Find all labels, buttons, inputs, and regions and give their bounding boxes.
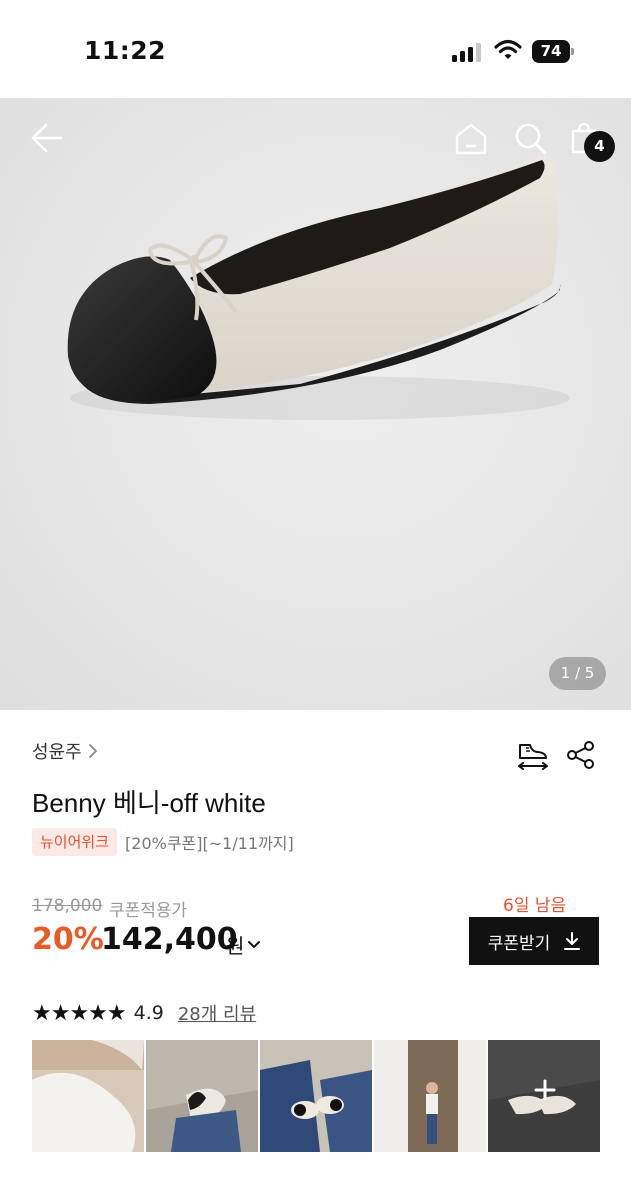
status-bar: 11:22 74	[0, 0, 631, 98]
rating-stars-icon: ★★★★★	[32, 1000, 127, 1026]
review-photo-more[interactable]	[488, 1040, 600, 1152]
signal-icon	[452, 42, 484, 62]
battery-level: 74	[532, 40, 570, 63]
sale-price: 142,400	[101, 922, 238, 957]
wifi-icon	[494, 39, 522, 59]
chevron-down-icon	[248, 940, 261, 948]
review-photo[interactable]	[260, 1040, 372, 1152]
discount-rate: 20%	[32, 922, 104, 957]
cart-count-badge: 4	[584, 131, 615, 162]
original-price: 178,000	[32, 896, 103, 916]
promo-badge: 뉴이어위크	[32, 828, 118, 856]
battery-icon: 74	[532, 40, 574, 63]
status-time: 11:22	[84, 36, 167, 65]
brand-name: 성윤주	[32, 742, 82, 763]
search-icon[interactable]	[514, 122, 548, 156]
review-photos	[32, 1040, 600, 1152]
get-coupon-label: 쿠폰받기	[487, 933, 551, 954]
chevron-right-icon	[88, 744, 97, 758]
back-arrow-icon[interactable]	[30, 122, 64, 154]
review-photo[interactable]	[32, 1040, 144, 1152]
product-title: Benny 베니-off white	[32, 788, 266, 818]
review-photo[interactable]	[374, 1040, 486, 1152]
review-photo[interactable]	[146, 1040, 258, 1152]
product-hero-image[interactable]: 4 1 / 5	[0, 98, 631, 710]
get-coupon-button[interactable]: 쿠폰받기	[469, 917, 599, 965]
promo-tags: 뉴이어위크 [20%쿠폰][~1/11까지]	[32, 828, 294, 856]
share-icon[interactable]	[566, 740, 596, 770]
currency-label: 원	[226, 934, 245, 958]
image-page-indicator: 1 / 5	[549, 657, 606, 690]
coupon-days-left: 6일 남음	[503, 896, 567, 916]
shoe-image	[67, 155, 570, 420]
price-detail-toggle[interactable]: 원	[226, 930, 261, 959]
rating-row: ★★★★★ 4.9 28개 리뷰	[32, 1000, 256, 1026]
download-icon	[564, 932, 581, 950]
review-count-link[interactable]: 28개 리뷰	[178, 1000, 256, 1026]
product-page: 11:22 74 4 1 / 5 성윤주 Benny 베니-off white …	[0, 0, 631, 1200]
rating-value: 4.9	[133, 1002, 164, 1024]
promo-text: [20%쿠폰][~1/11까지]	[125, 834, 294, 853]
coupon-price-label: 쿠폰적용가	[109, 901, 188, 921]
size-guide-shoe-icon[interactable]	[516, 738, 550, 772]
brand-link[interactable]: 성윤주	[32, 738, 98, 764]
home-icon[interactable]	[454, 122, 488, 156]
